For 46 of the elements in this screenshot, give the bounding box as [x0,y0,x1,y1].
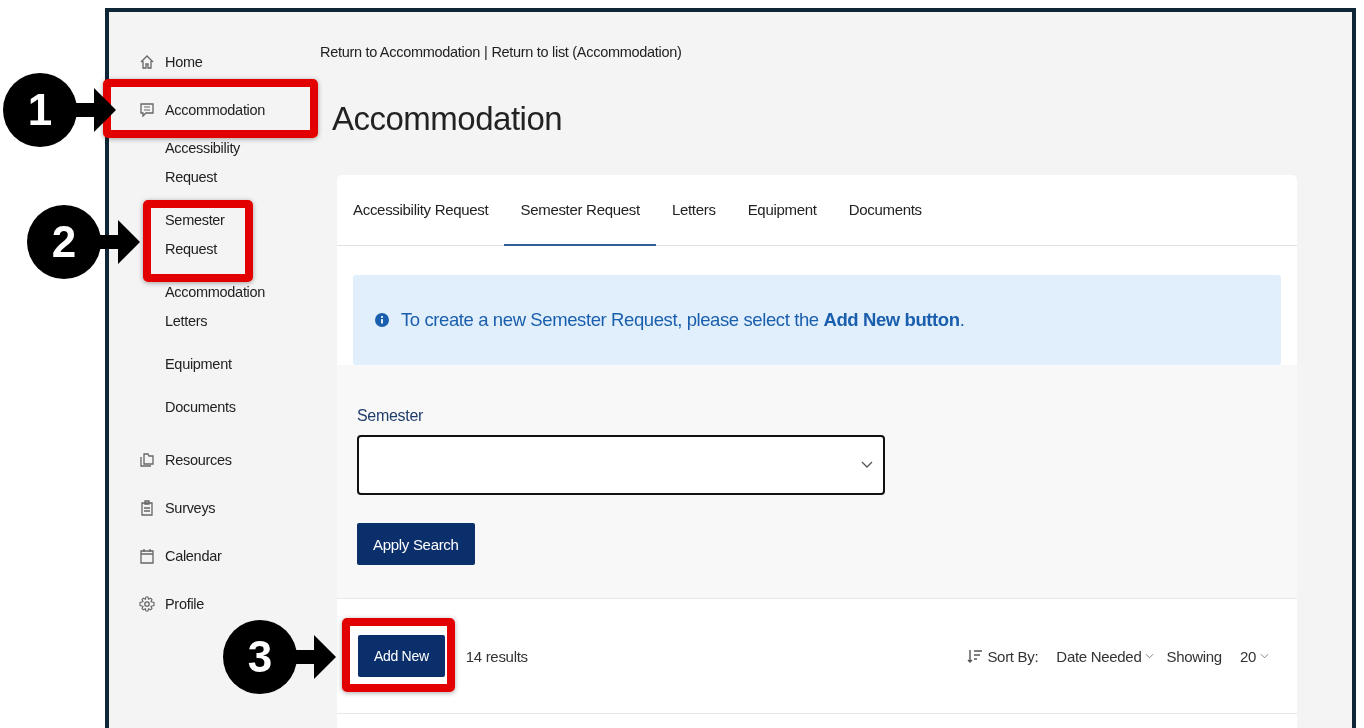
results-count: 14 results [465,647,528,665]
chat-list-icon [139,102,155,118]
semester-select[interactable] [357,435,885,495]
pointer-arrow [74,88,116,132]
nav-subitem[interactable]: Accommodation Letters [165,278,275,350]
chevron-down-icon [1145,653,1155,659]
showing-label: Showing [1166,647,1222,665]
nav-subitem[interactable]: Accessibility Request [165,134,275,206]
step-number: 2 [27,205,101,279]
sort-icon [967,648,984,664]
sort-dropdown[interactable]: Date Needed [1056,647,1155,665]
nav-item[interactable]: Accommodation [139,86,266,134]
folders-icon [139,452,155,468]
nav-item[interactable]: Surveys [139,484,216,532]
step-number: 1 [3,73,77,147]
nav-subitem[interactable]: Semester Request [165,206,275,278]
tab[interactable]: Documents [832,175,938,246]
tab[interactable]: Semester Request [504,175,656,246]
home-icon [139,54,155,70]
pointer-arrow [294,635,336,679]
clipboard-icon [139,500,155,516]
page-size-dropdown[interactable]: 20 [1239,647,1269,665]
nav-item[interactable]: Resources [139,436,232,484]
add-new-button[interactable]: Add New [358,635,445,677]
breadcrumb-separator: | [483,44,488,60]
alert-message: To create a new Semester Request, please select the Add New button. [401,309,965,331]
calendar-icon [139,548,155,564]
nav-item[interactable]: Calendar [139,532,222,580]
tab[interactable]: Letters [655,175,732,246]
tab[interactable]: Equipment [731,175,833,246]
pointer-arrow [98,220,140,264]
breadcrumb-link[interactable]: Return to Accommodation [320,44,480,60]
nav-subitem[interactable]: Equipment [165,350,275,393]
sort-label: Sort By: [987,647,1039,665]
nav-subitem[interactable]: Documents [165,393,275,436]
chevron-down-icon [1260,653,1269,659]
nav-item[interactable]: Home [139,38,203,86]
apply-search-button[interactable]: Apply Search [357,523,475,565]
field-label: Semester [357,407,424,425]
gear-icon [139,596,155,612]
chevron-down-icon [861,461,873,469]
page-title: Accommodation [332,100,564,138]
info-icon [375,313,389,327]
nav-item[interactable]: Profile [139,580,204,628]
breadcrumb-link[interactable]: Return to list (Accommodation) [491,44,682,60]
tab[interactable]: Accessibility Request [337,175,505,246]
